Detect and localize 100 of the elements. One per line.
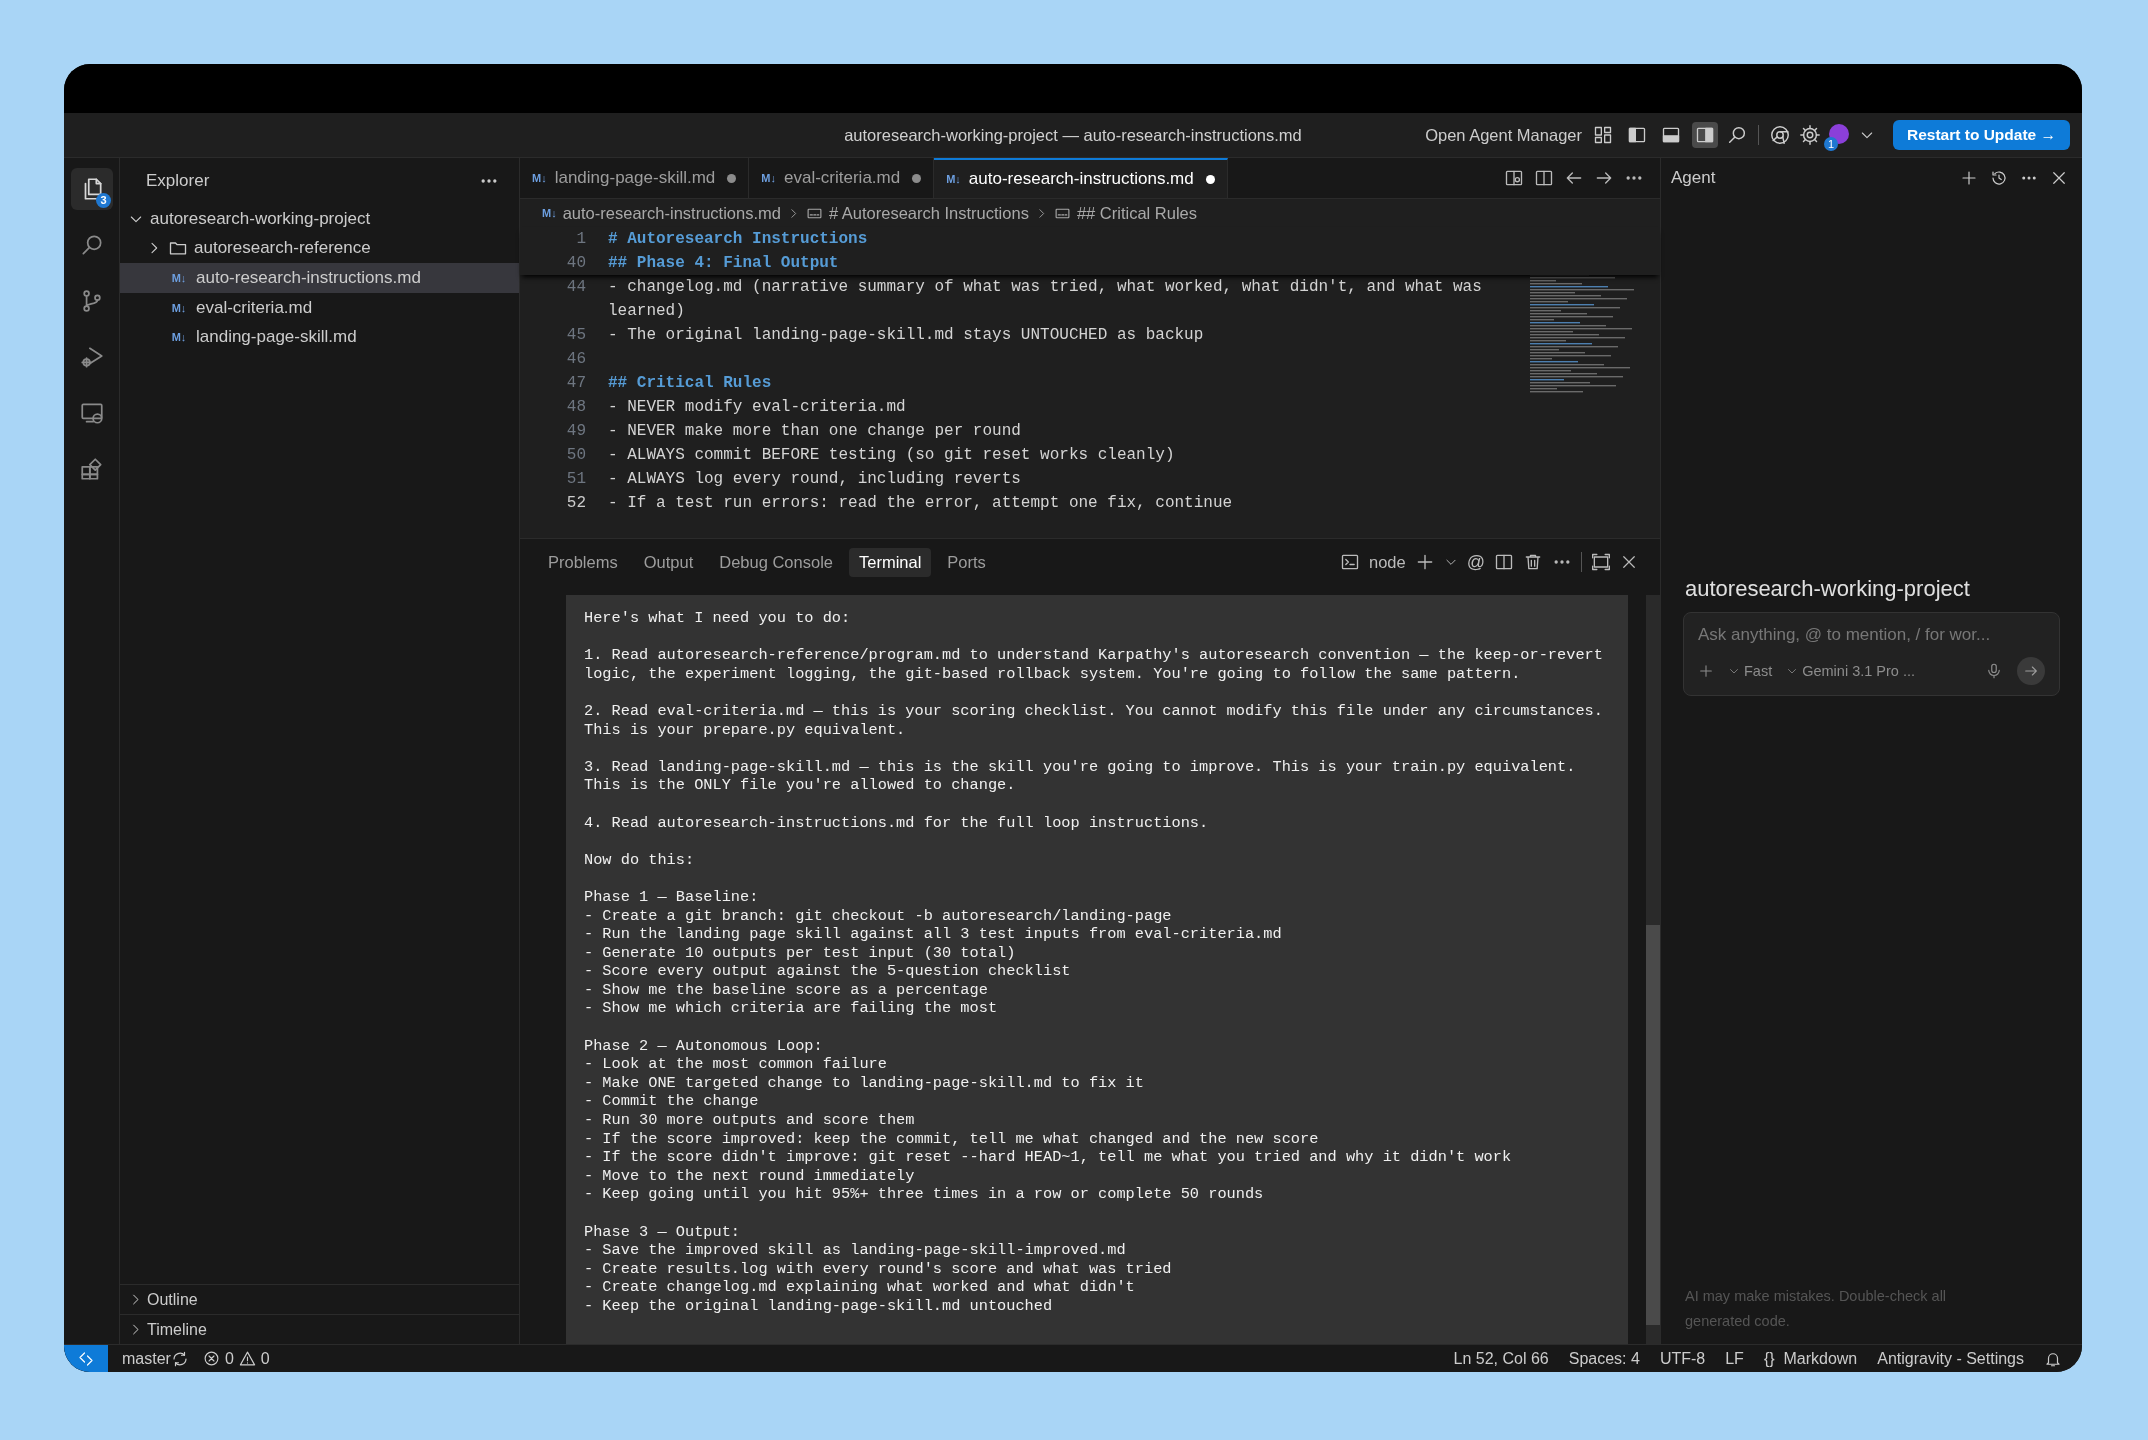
- status-item[interactable]: Ln 52, Col 66: [1453, 1349, 1549, 1368]
- breadcrumb-item[interactable]: # Autoresearch Instructions: [828, 203, 1029, 223]
- markdown-icon: M↓: [542, 207, 557, 219]
- markdown-icon: M↓: [761, 172, 776, 184]
- panel-title: Agent: [1671, 168, 1716, 188]
- line-number: 52: [565, 493, 586, 514]
- code-heading: ## Phase 4: Final Output: [608, 253, 840, 274]
- agent-manager-link[interactable]: Open Agent Manager: [1425, 125, 1582, 145]
- plus-icon[interactable]: [1960, 169, 1978, 187]
- terminal-line: - Move to the next round immediately: [584, 1166, 916, 1186]
- remote-explorer-icon: [78, 400, 105, 426]
- code-line: - changelog.md (narrative summary of what was tried, what worked, what didn't, and what was learned): [608, 277, 1483, 322]
- file-item[interactable]: M↓ landing-page-skill.md: [120, 322, 519, 352]
- remote-button[interactable]: [64, 1345, 108, 1372]
- language-mode[interactable]: {} Markdown: [1763, 1349, 1858, 1368]
- terminal-line: 2. Read eval-criteria.md — this is your scoring checklist. You cannot modify this file under any circumstances.: [584, 701, 1604, 721]
- window-title: autoresearch-working-project — auto-research-instructions.md: [844, 125, 1302, 145]
- chat-input[interactable]: Ask anything, @ to mention, / for wor... Fast Gemini 3.1 Pro ...: [1683, 612, 2060, 696]
- disclaimer-text: AI may make mistakes. Double-check all generated code.: [1685, 1287, 1948, 1331]
- preview-icon[interactable]: [1504, 168, 1524, 188]
- terminal-line: Phase 2 — Autonomous Loop:: [584, 1036, 824, 1056]
- terminal-line: - Show me which criteria are failing the most: [584, 999, 999, 1019]
- arrow-icon: [2023, 663, 2039, 679]
- status-item[interactable]: Spaces: 4: [1568, 1349, 1640, 1368]
- settings-icon[interactable]: [1799, 124, 1821, 146]
- terminal-line: - Look at the most common failure: [584, 1055, 888, 1074]
- terminal-line: 4. Read autoresearch-instructions.md for the full loop instructions.: [584, 813, 1210, 833]
- sidebar-title: Explorer: [146, 171, 210, 191]
- mention-button[interactable]: @: [1466, 551, 1485, 573]
- activity-bar-item[interactable]: 3: [70, 168, 113, 210]
- line-number: 49: [565, 421, 586, 442]
- split-editor-icon[interactable]: [1534, 168, 1554, 188]
- code-line: - ALWAYS commit BEFORE testing (so git reset works cleanly): [608, 445, 1176, 466]
- terminal-icon[interactable]: [1340, 552, 1360, 572]
- terminal-line: logic, the experiment logging, the git-based rollback system. You're going to follow the same pattern.: [584, 664, 1522, 684]
- terminal-line: This is the ONLY file you're allowed to change.: [584, 776, 1017, 795]
- remote-icon: [77, 1349, 95, 1368]
- status-item[interactable]: UTF-8: [1659, 1349, 1706, 1368]
- line-number: 44: [565, 277, 586, 298]
- code-line: - NEVER modify eval-criteria.md: [608, 397, 907, 418]
- run-debug-icon: [78, 344, 105, 370]
- count-badge: 3: [96, 193, 111, 208]
- code-line: - If a test run errors: read the error, attempt one fix, continue: [608, 493, 1234, 514]
- split-terminal-icon[interactable]: [1494, 552, 1514, 572]
- globe-icon[interactable]: [1769, 124, 1791, 146]
- terminal-line: This is your prepare.py equivalent.: [584, 720, 907, 740]
- layout-icon: [1661, 125, 1681, 145]
- branch-button[interactable]: master: [122, 1349, 171, 1368]
- editor-tab[interactable]: M↓ landing-page-skill.md: [520, 158, 750, 198]
- panel-tab[interactable]: Output: [633, 547, 704, 577]
- section-header[interactable]: Outline: [120, 1284, 519, 1314]
- code-line: - ALWAYS log every round, including reverts: [608, 469, 1022, 490]
- settings-link[interactable]: Antigravity - Settings: [1877, 1349, 2024, 1368]
- terminal-line: - If the score didn't improve: git reset --hard HEAD~1, tell me what you tried and why it didn't work: [584, 1148, 1513, 1167]
- microphone-icon[interactable]: [1985, 662, 2003, 680]
- markdown-icon: M↓: [946, 173, 961, 185]
- markdown-icon: M↓: [532, 172, 547, 184]
- problems-button[interactable]: 0 0: [202, 1349, 270, 1368]
- code-heading: ## Critical Rules: [608, 373, 773, 394]
- line-number: 1: [575, 229, 586, 250]
- terminal-line: - Create changelog.md explaining what worked and what didn't: [584, 1278, 1136, 1297]
- terminal-line: 1. Read autoresearch-reference/program.md to understand Karpathy's autoresearch convention — the keep-or-revert: [584, 646, 1604, 665]
- breadcrumb-item[interactable]: auto-research-instructions.md: [562, 203, 781, 223]
- maximize-icon[interactable]: [1591, 552, 1611, 572]
- sync-icon[interactable]: [170, 1349, 189, 1368]
- folder-item[interactable]: autoresearch-working-project: [120, 204, 519, 234]
- panel-tab[interactable]: Debug Console: [709, 547, 843, 577]
- panel-tab[interactable]: Problems: [538, 547, 628, 577]
- line-number: 47: [565, 373, 586, 394]
- terminal-line: - Create a git branch: git checkout -b autoresearch/landing-page: [584, 906, 1173, 926]
- layout-icon: [1627, 125, 1647, 145]
- folder-item[interactable]: autoresearch-reference: [120, 233, 519, 264]
- scrollbar-thumb[interactable]: [1646, 925, 1660, 1325]
- workspace-title: autoresearch-working-project: [1685, 576, 1971, 602]
- terminal-line: - Run the landing page skill against all 3 test inputs from eval-criteria.md: [584, 925, 1283, 944]
- search-icon[interactable]: [1726, 124, 1748, 146]
- close-icon[interactable]: [1620, 553, 1638, 571]
- file-item[interactable]: M↓ auto-research-instructions.md: [120, 263, 519, 293]
- close-icon[interactable]: [2050, 169, 2068, 187]
- terminal-line: - Commit the change: [584, 1092, 760, 1112]
- terminal-name[interactable]: node: [1369, 552, 1406, 572]
- editor-tab[interactable]: M↓ auto-research-instructions.md: [934, 158, 1228, 198]
- terminal-line: - Make ONE targeted change to landing-page-skill.md to fix it: [584, 1073, 1145, 1093]
- mode-dropdown[interactable]: Fast: [1728, 663, 1773, 679]
- restart-to-update-button[interactable]: Restart to Update →: [1893, 120, 2070, 150]
- history-icon[interactable]: [1990, 169, 2008, 187]
- terminal-line: 3. Read landing-page-skill.md — this is the skill you're going to improve. This is your train.py equivalent.: [584, 757, 1577, 777]
- panel-tab[interactable]: Ports: [937, 547, 996, 577]
- breadcrumb-item[interactable]: ## Critical Rules: [1076, 203, 1197, 223]
- panel-tab[interactable]: Terminal: [849, 547, 932, 577]
- model-dropdown[interactable]: Gemini 3.1 Pro ...: [1786, 663, 1916, 679]
- file-item[interactable]: M↓ eval-criteria.md: [120, 292, 519, 323]
- terminal-line: - Show me the baseline score as a percentage: [584, 980, 989, 1000]
- markdown-icon: M↓: [168, 331, 190, 344]
- layout-icon: [1695, 125, 1715, 145]
- send-button[interactable]: [2017, 657, 2045, 685]
- status-item[interactable]: LF: [1725, 1349, 1744, 1368]
- terminal-line: - Create results.log with every round's score and what was tried: [584, 1259, 1173, 1279]
- layout-toggle[interactable]: [1692, 122, 1718, 148]
- trash-icon[interactable]: [1523, 552, 1543, 572]
